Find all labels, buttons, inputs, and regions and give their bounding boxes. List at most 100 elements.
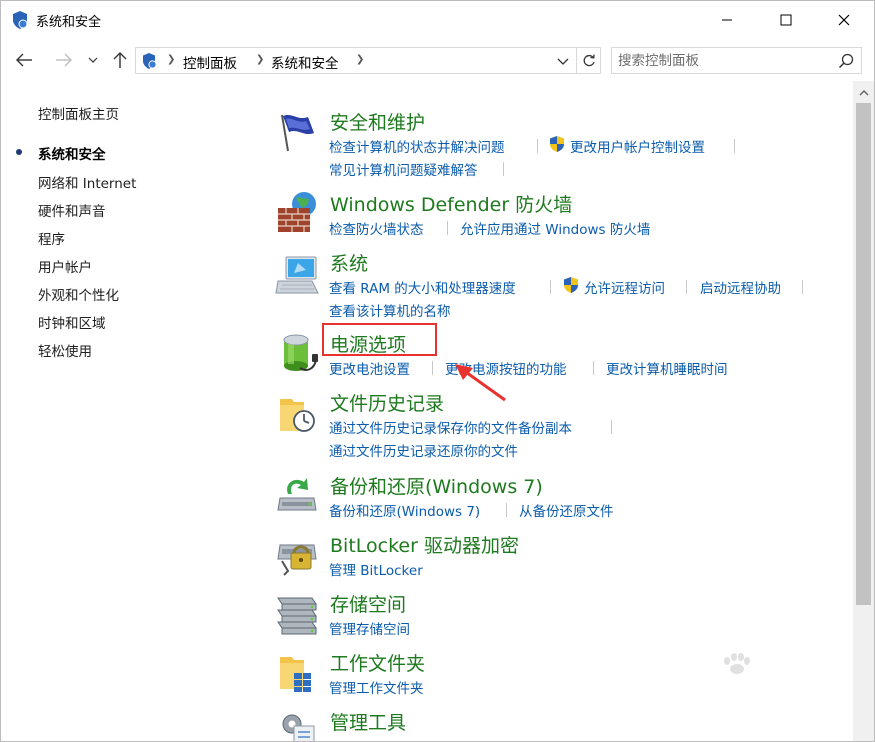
security-shield-icon: [143, 53, 157, 69]
battery-icon: [283, 334, 318, 371]
navigation-bar: ❯ 控制面板 ❯ 系统和安全 ❯: [1, 39, 874, 81]
close-icon: [838, 14, 850, 26]
category-link[interactable]: 常见计算机问题疑难解答: [329, 159, 478, 179]
work-folders-icon: [280, 657, 311, 692]
link-separator: [503, 162, 504, 176]
breadcrumb-separator[interactable]: ❯: [356, 54, 364, 65]
category-title[interactable]: Windows Defender 防火墙: [330, 190, 572, 217]
control-panel-window: 系统和安全 ❯ 控制面板 ❯ 系统和安全 ❯ 搜索控制面板 控制面板主页 系统和…: [0, 0, 875, 742]
category-link[interactable]: 管理存储空间: [329, 618, 410, 638]
category-link[interactable]: 管理 BitLocker: [329, 559, 423, 579]
category-title[interactable]: 工作文件夹: [330, 649, 425, 676]
breadcrumb-control-panel[interactable]: 控制面板: [183, 52, 237, 72]
category-link[interactable]: 允许应用通过 Windows 防火墙: [460, 218, 650, 238]
category-title[interactable]: 管理工具: [330, 708, 406, 735]
arrow-up-icon: [113, 52, 127, 68]
breadcrumb-system-security[interactable]: 系统和安全: [271, 52, 339, 72]
link-separator: [686, 280, 687, 294]
category-link[interactable]: 检查防火墙状态: [329, 218, 424, 238]
up-button[interactable]: [109, 49, 131, 71]
chevron-down-icon: [88, 57, 98, 63]
computer-icon: [275, 256, 319, 294]
search-icon[interactable]: [838, 53, 854, 69]
link-separator: [432, 361, 433, 375]
scroll-thumb[interactable]: [856, 103, 871, 605]
sidebar-item-clock-region[interactable]: 时钟和区域: [38, 312, 106, 332]
close-button[interactable]: [821, 1, 867, 39]
file-history-icon: [280, 399, 315, 432]
category-link[interactable]: 备份和还原(Windows 7): [329, 500, 480, 520]
sidebar-item-network-internet[interactable]: 网络和 Internet: [38, 172, 136, 192]
refresh-icon: [583, 54, 595, 66]
minimize-icon: [722, 19, 732, 21]
category-link[interactable]: 更改电池设置: [329, 358, 410, 378]
category-title[interactable]: 备份和还原(Windows 7): [330, 472, 543, 499]
link-separator: [611, 420, 612, 434]
breadcrumb-separator: ❯: [167, 54, 176, 65]
bitlocker-icon: [277, 544, 317, 576]
breadcrumb-separator[interactable]: ❯: [256, 54, 264, 65]
category-title[interactable]: 文件历史记录: [330, 389, 444, 416]
backup-icon: [277, 478, 317, 511]
address-bar[interactable]: ❯ 控制面板 ❯ 系统和安全 ❯: [135, 47, 577, 74]
security-shield-icon: [13, 11, 28, 29]
sidebar-item-home[interactable]: 控制面板主页: [38, 103, 119, 123]
sidebar: 控制面板主页 系统和安全 网络和 Internet 硬件和声音 程序 用户帐户 …: [1, 81, 261, 741]
arrow-right-icon: [56, 53, 72, 67]
link-separator: [506, 503, 507, 517]
sidebar-item-ease-of-access[interactable]: 轻松使用: [38, 340, 92, 360]
category-link[interactable]: 更改计算机睡眠时间: [606, 358, 728, 378]
sidebar-item-appearance[interactable]: 外观和个性化: [38, 284, 119, 304]
uac-shield-icon: [564, 277, 578, 293]
active-bullet: [16, 149, 22, 155]
arrow-left-icon: [16, 53, 32, 67]
link-separator: [447, 221, 448, 235]
search-box[interactable]: [611, 47, 862, 74]
refresh-button[interactable]: [577, 47, 601, 74]
category-title[interactable]: 系统: [330, 249, 368, 276]
category-link[interactable]: 从备份还原文件: [519, 500, 614, 520]
category-link[interactable]: 通过文件历史记录还原你的文件: [329, 440, 518, 460]
link-separator: [593, 361, 594, 375]
flag-icon: [281, 114, 314, 152]
category-title[interactable]: 存储空间: [330, 590, 406, 617]
sidebar-item-hardware-sound[interactable]: 硬件和声音: [38, 200, 106, 220]
sidebar-item-system-security[interactable]: 系统和安全: [38, 143, 106, 163]
baidu-jingyan-watermark: [669, 653, 849, 723]
paw-logo-icon: [724, 653, 750, 674]
link-separator: [802, 280, 803, 294]
admin-tools-icon: [282, 714, 315, 741]
uac-shield-icon: [550, 136, 564, 152]
back-button[interactable]: [13, 49, 35, 71]
category-link[interactable]: 通过文件历史记录保存你的文件备份副本: [329, 417, 572, 437]
category-link[interactable]: 查看 RAM 的大小和处理器速度: [329, 277, 516, 297]
category-link[interactable]: 更改用户帐户控制设置: [570, 136, 705, 156]
red-arrow-annotation: [455, 364, 506, 402]
category-link[interactable]: 查看该计算机的名称: [329, 300, 451, 320]
title-bar: 系统和安全: [1, 1, 874, 39]
scroll-up-button[interactable]: [853, 81, 874, 103]
window-title: 系统和安全: [36, 15, 102, 30]
chevron-up-icon: [859, 89, 868, 95]
link-separator: [734, 139, 735, 153]
category-title[interactable]: BitLocker 驱动器加密: [330, 531, 519, 558]
maximize-button[interactable]: [763, 1, 809, 39]
chevron-down-icon[interactable]: [556, 54, 570, 68]
category-link[interactable]: 启动远程协助: [700, 277, 781, 297]
sidebar-item-programs[interactable]: 程序: [38, 228, 65, 248]
search-input[interactable]: [618, 51, 828, 71]
category-link[interactable]: 检查计算机的状态并解决问题: [329, 136, 505, 156]
minimize-button[interactable]: [704, 1, 750, 39]
category-list: 安全和维护 检查计算机的状态并解决问题 更改用户帐户控制设置 常见计算机问题疑难…: [271, 81, 853, 741]
forward-button[interactable]: [53, 49, 75, 71]
category-link[interactable]: 允许远程访问: [584, 277, 665, 297]
category-link[interactable]: 管理工作文件夹: [329, 677, 424, 697]
storage-icon: [277, 597, 317, 635]
link-separator: [550, 280, 551, 294]
maximize-icon: [780, 14, 792, 26]
vertical-scrollbar[interactable]: [853, 81, 874, 741]
category-title[interactable]: 安全和维护: [330, 108, 425, 135]
recent-locations-button[interactable]: [85, 49, 101, 71]
firewall-icon: [278, 192, 316, 232]
sidebar-item-user-accounts[interactable]: 用户帐户: [38, 256, 92, 276]
